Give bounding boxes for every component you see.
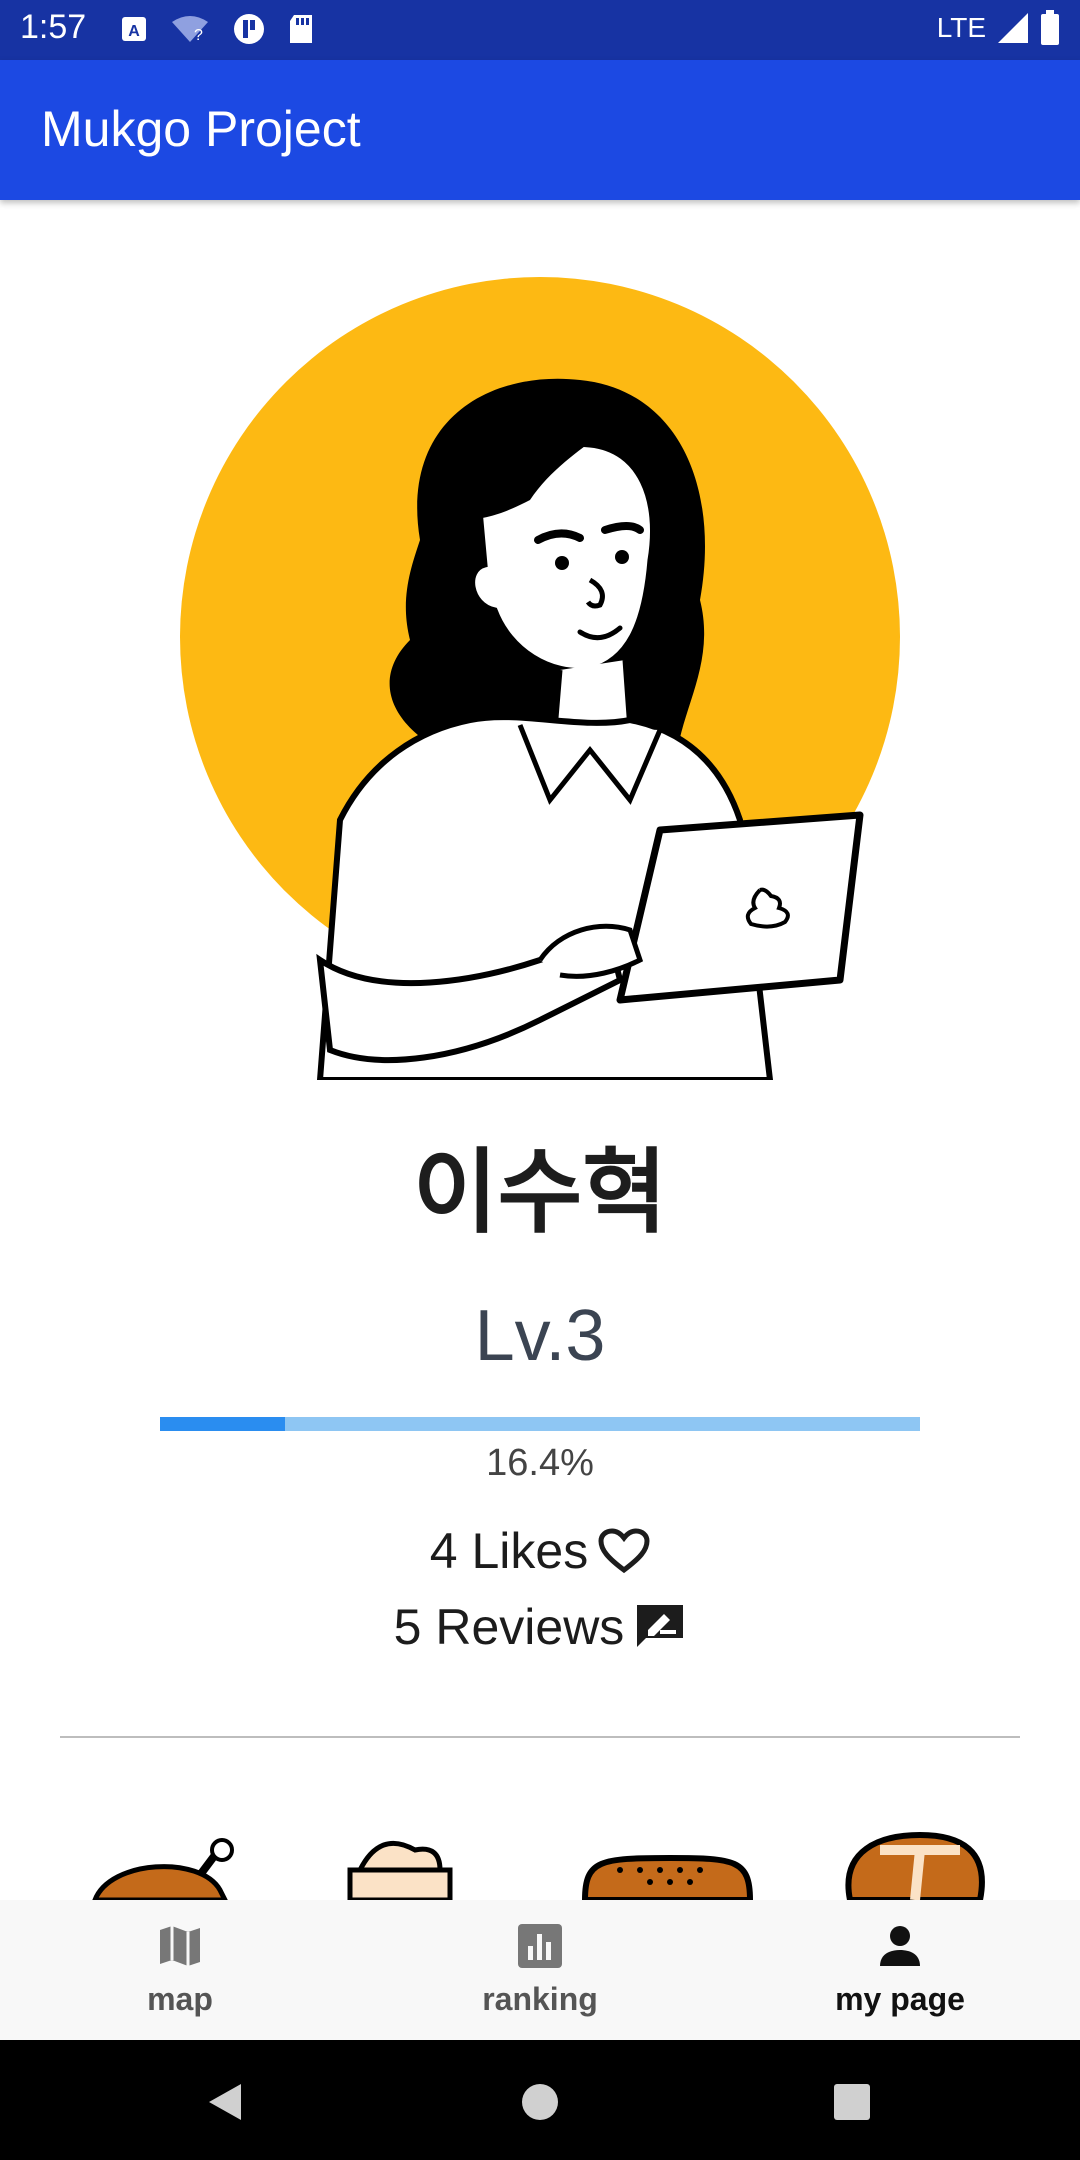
person-icon [880, 1926, 920, 1966]
chicken-leg-icon [92, 1838, 234, 1900]
back-icon[interactable] [205, 2082, 245, 2122]
app-title: Mukgo Project [41, 101, 361, 157]
dessert-cup-icon [347, 1840, 453, 1900]
app-bar: Mukgo Project [0, 60, 1080, 200]
bread-icon [581, 1854, 754, 1900]
level-progress-text: 16.4% [486, 1442, 594, 1484]
ranking-icon [518, 1924, 562, 1968]
level-progress-bar [160, 1417, 920, 1431]
status-time: 1:57 [20, 8, 87, 46]
network-type: LTE [936, 12, 986, 43]
sd-card-icon [290, 15, 312, 43]
battery-icon [1041, 10, 1059, 45]
wifi-icon: ? [172, 16, 208, 44]
heart-outline-icon [598, 1528, 650, 1574]
badge-row [92, 1831, 985, 1900]
nav-item-map[interactable]: map [60, 1922, 300, 2018]
likes-stat: 4 Likes [0, 1522, 1080, 1580]
svg-text:A: A [128, 23, 140, 40]
app-notification-icon [234, 14, 264, 44]
nav-item-ranking[interactable]: ranking [420, 1922, 660, 2018]
rate-review-icon [637, 1605, 684, 1647]
reviews-stat: 5 Reviews [0, 1598, 1080, 1656]
nav-label-map: map [147, 1981, 213, 2017]
steak-icon [845, 1831, 985, 1900]
section-divider [60, 1736, 1020, 1738]
home-icon[interactable] [520, 2082, 560, 2122]
level-progress-fill [160, 1417, 285, 1431]
status-bar: 1:57 A ? LTE [0, 0, 1080, 60]
bottom-navigation: map ranking my page [0, 1900, 1080, 2040]
map-icon [160, 1926, 200, 1966]
recents-icon[interactable] [832, 2082, 872, 2122]
keyboard-icon: A [122, 17, 146, 41]
profile-level: Lv.3 [474, 1296, 606, 1376]
system-navigation-bar [0, 2040, 1080, 2160]
svg-text:?: ? [194, 27, 203, 44]
profile-avatar [180, 277, 900, 1080]
likes-count: 4 Likes [429, 1523, 589, 1579]
signal-icon [998, 13, 1028, 43]
status-right: LTE [937, 10, 1060, 46]
status-icons: A ? [120, 12, 314, 46]
nav-label-my-page: my page [835, 1981, 965, 2017]
nav-item-my-page[interactable]: my page [780, 1922, 1020, 2018]
profile-name: 이수혁 [413, 1142, 667, 1244]
reviews-count: 5 Reviews [393, 1599, 625, 1655]
nav-label-ranking: ranking [482, 1981, 598, 2017]
